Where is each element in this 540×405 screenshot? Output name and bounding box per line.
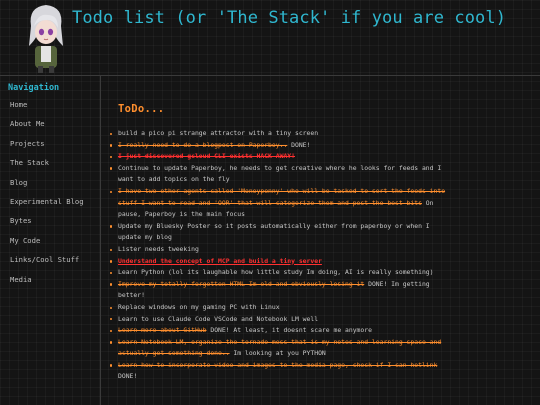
nav-link-blog[interactable]: Blog (10, 178, 84, 197)
todo-item: Update my Bluesky Poster so it posts aut… (110, 221, 454, 244)
nav-link-projects[interactable]: Projects (10, 139, 84, 158)
todo-text: Continue to update Paperboy, he needs to… (118, 163, 442, 184)
todo-item: Continue to update Paperboy, he needs to… (110, 163, 454, 186)
todo-text: Improve my totally forgotten HTML Im old… (118, 279, 365, 288)
nav-link-about-me[interactable]: About Me (10, 119, 84, 138)
todo-item: Learn more about GitHub DONE! At least, … (110, 325, 454, 337)
nav-link-media[interactable]: Media (10, 275, 84, 294)
todo-item: Replace windows on my gaming PC with Lin… (110, 302, 454, 314)
site-title: Todo list (or 'The Stack' if you are coo… (72, 8, 507, 28)
todo-list: build a pico pi strange attractor with a… (110, 128, 454, 383)
nav-link-home[interactable]: Home (10, 100, 84, 119)
todo-text: Lister needs tweeking (118, 244, 199, 253)
todo-text: Learn how to incorporate video and image… (118, 360, 438, 369)
site-header: Todo list (or 'The Stack' if you are coo… (0, 0, 540, 75)
todo-text: I just discovered gcloud CLI exists HACK… (118, 152, 295, 161)
todo-text: Learn more about GitHub (118, 326, 207, 335)
nav-link-the-stack[interactable]: The Stack (10, 158, 84, 177)
todo-text: Learn Python (lol its laughable how litt… (118, 268, 434, 277)
todo-item: Improve my totally forgotten HTML Im old… (110, 279, 454, 302)
nav-link-links-cool-stuff[interactable]: Links/Cool Stuff (10, 255, 84, 274)
todo-text: build a pico pi strange attractor with a… (118, 129, 319, 137)
todo-item: Learn Python (lol its laughable how litt… (110, 267, 454, 279)
todo-item: build a pico pi strange attractor with a… (110, 128, 454, 140)
nav-list: Home About Me Projects The Stack Blog Ex… (10, 100, 84, 294)
nav-link-bytes[interactable]: Bytes (10, 216, 84, 235)
todo-item: Learn how to incorporate video and image… (110, 360, 454, 383)
main-content: ToDo... build a pico pi strange attracto… (101, 76, 540, 405)
todo-item: Understand the concept of MCP and build … (110, 256, 454, 268)
todo-item: Lister needs tweeking (110, 244, 454, 256)
todo-text: Replace windows on my gaming PC with Lin… (118, 302, 280, 311)
todo-item: Learn Notebook LM, organize the tornado … (110, 337, 454, 360)
sidebar: Navigation Home About Me Projects The St… (0, 76, 101, 405)
todo-item: Learn to use Claude Code VSCode and Note… (110, 314, 454, 326)
todo-text: DONE! (118, 372, 138, 381)
todo-item: I have two other agents called 'Moneypen… (110, 186, 454, 221)
todo-text: I have two other agents called 'Moneypen… (118, 186, 446, 207)
anime-girl-avatar-icon (29, 5, 63, 73)
nav-link-experimental-blog[interactable]: Experimental Blog (10, 197, 84, 216)
page-title: ToDo... (118, 103, 165, 115)
todo-text: Understand the concept of MCP and build … (118, 256, 322, 265)
todo-text: Im looking at you PYTHON (229, 349, 326, 358)
todo-text: DONE! (287, 140, 311, 149)
nav-link-my-code[interactable]: My Code (10, 236, 84, 255)
todo-item: I just discovered gcloud CLI exists HACK… (110, 151, 454, 163)
todo-text: Learn to use Claude Code VSCode and Note… (118, 314, 319, 323)
todo-item: I really need to do a blogpost on Paperb… (110, 140, 454, 152)
todo-text: I really need to do a blogpost on Paperb… (118, 140, 288, 149)
todo-text: DONE! At least, it doesnt scare me anymo… (206, 326, 372, 335)
todo-text: Update my Bluesky Poster so it posts aut… (118, 221, 430, 242)
nav-heading: Navigation (8, 83, 60, 93)
